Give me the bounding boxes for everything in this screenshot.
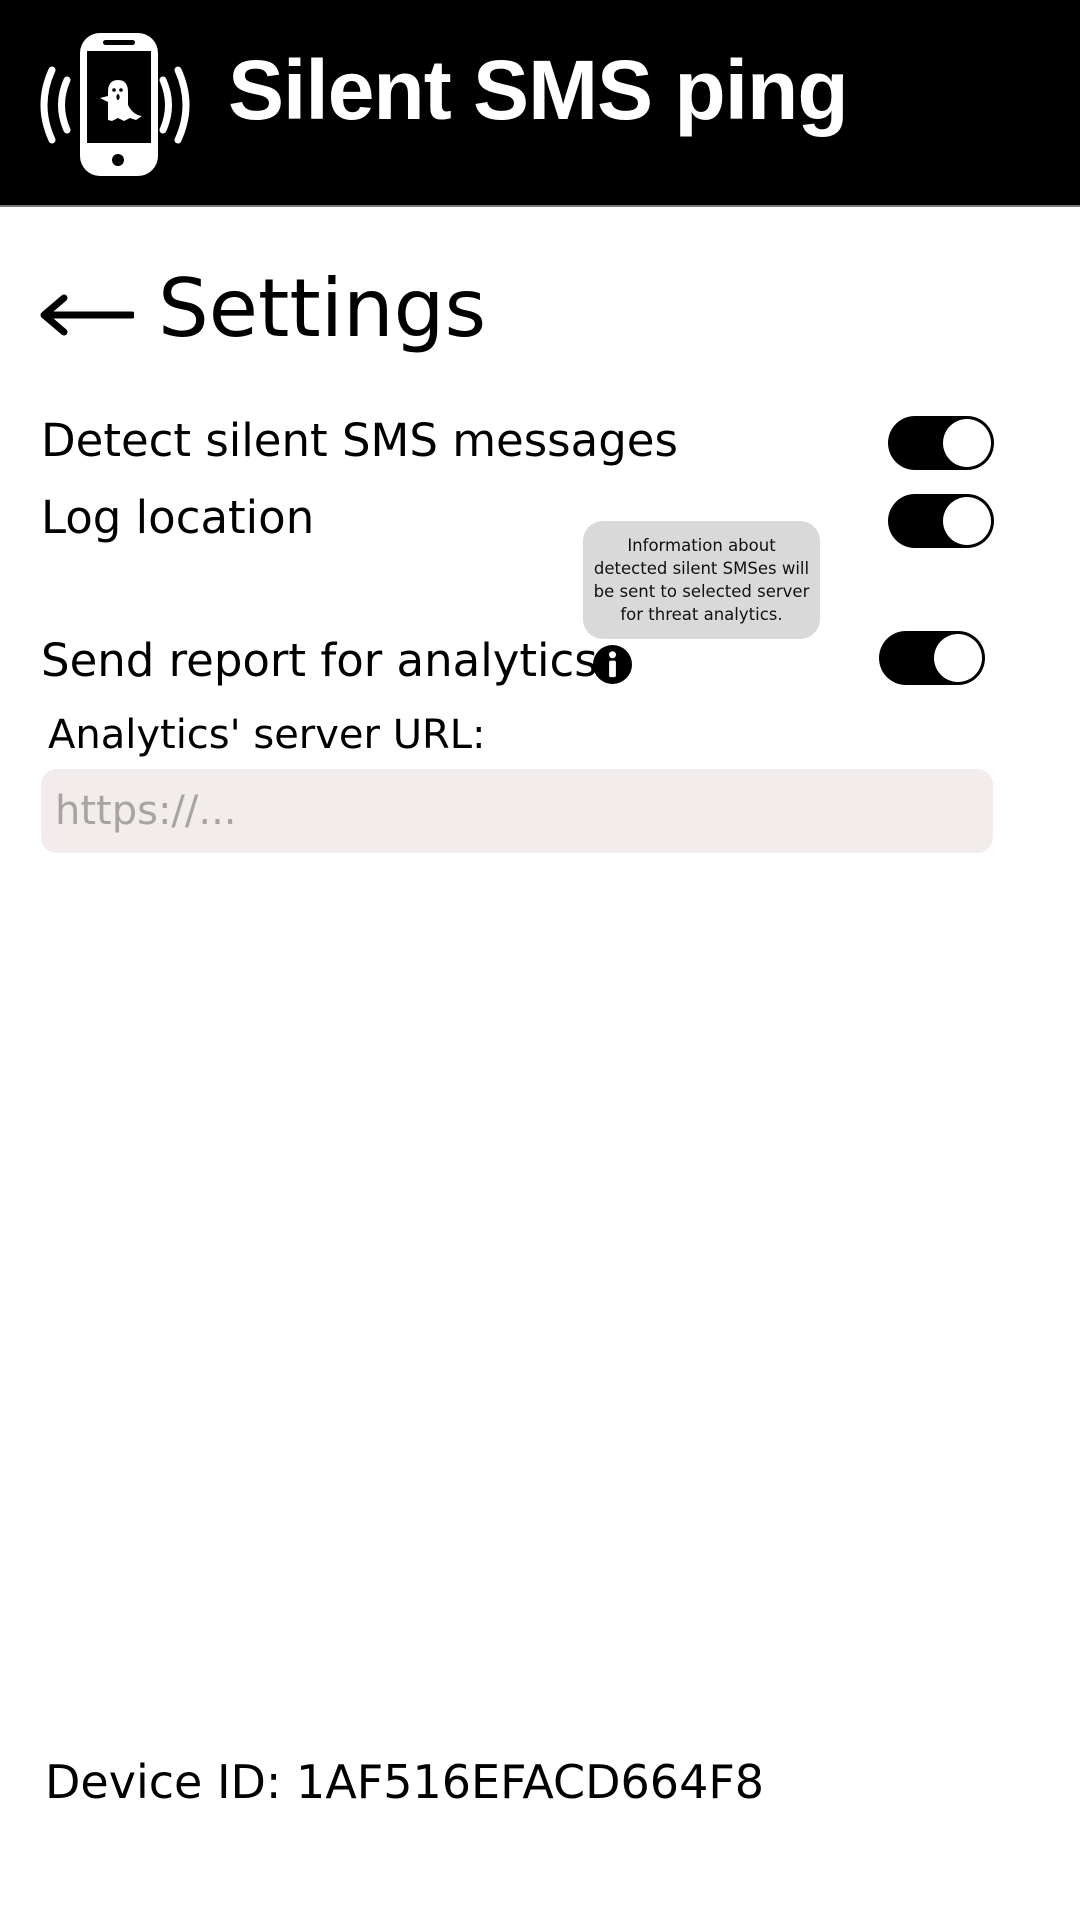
detect-silent-sms-toggle[interactable] <box>888 416 994 470</box>
tooltip-text: Information about detected silent SMSes … <box>593 536 810 624</box>
page-title: Settings <box>158 262 487 355</box>
app-header: Silent SMS ping <box>0 0 1080 207</box>
analytics-url-label: Analytics' server URL: <box>48 712 486 758</box>
log-location-toggle[interactable] <box>888 494 994 548</box>
detect-silent-sms-label: Detect silent SMS messages <box>41 414 678 467</box>
back-arrow-icon[interactable] <box>38 290 134 340</box>
toggle-knob <box>943 419 991 467</box>
app-title: Silent SMS ping <box>228 43 849 137</box>
toggle-knob <box>943 497 991 545</box>
analytics-url-input[interactable] <box>41 769 993 853</box>
send-report-toggle[interactable] <box>879 631 985 685</box>
analytics-info-tooltip: Information about detected silent SMSes … <box>583 521 820 639</box>
send-report-label: Send report for analytics <box>41 634 598 687</box>
phone-ghost-vibrate-icon <box>40 33 190 176</box>
device-id: Device ID: 1AF516EFACD664F8 <box>45 1755 765 1809</box>
log-location-label: Log location <box>41 491 315 544</box>
info-icon[interactable] <box>593 645 632 684</box>
toggle-knob <box>934 634 982 682</box>
